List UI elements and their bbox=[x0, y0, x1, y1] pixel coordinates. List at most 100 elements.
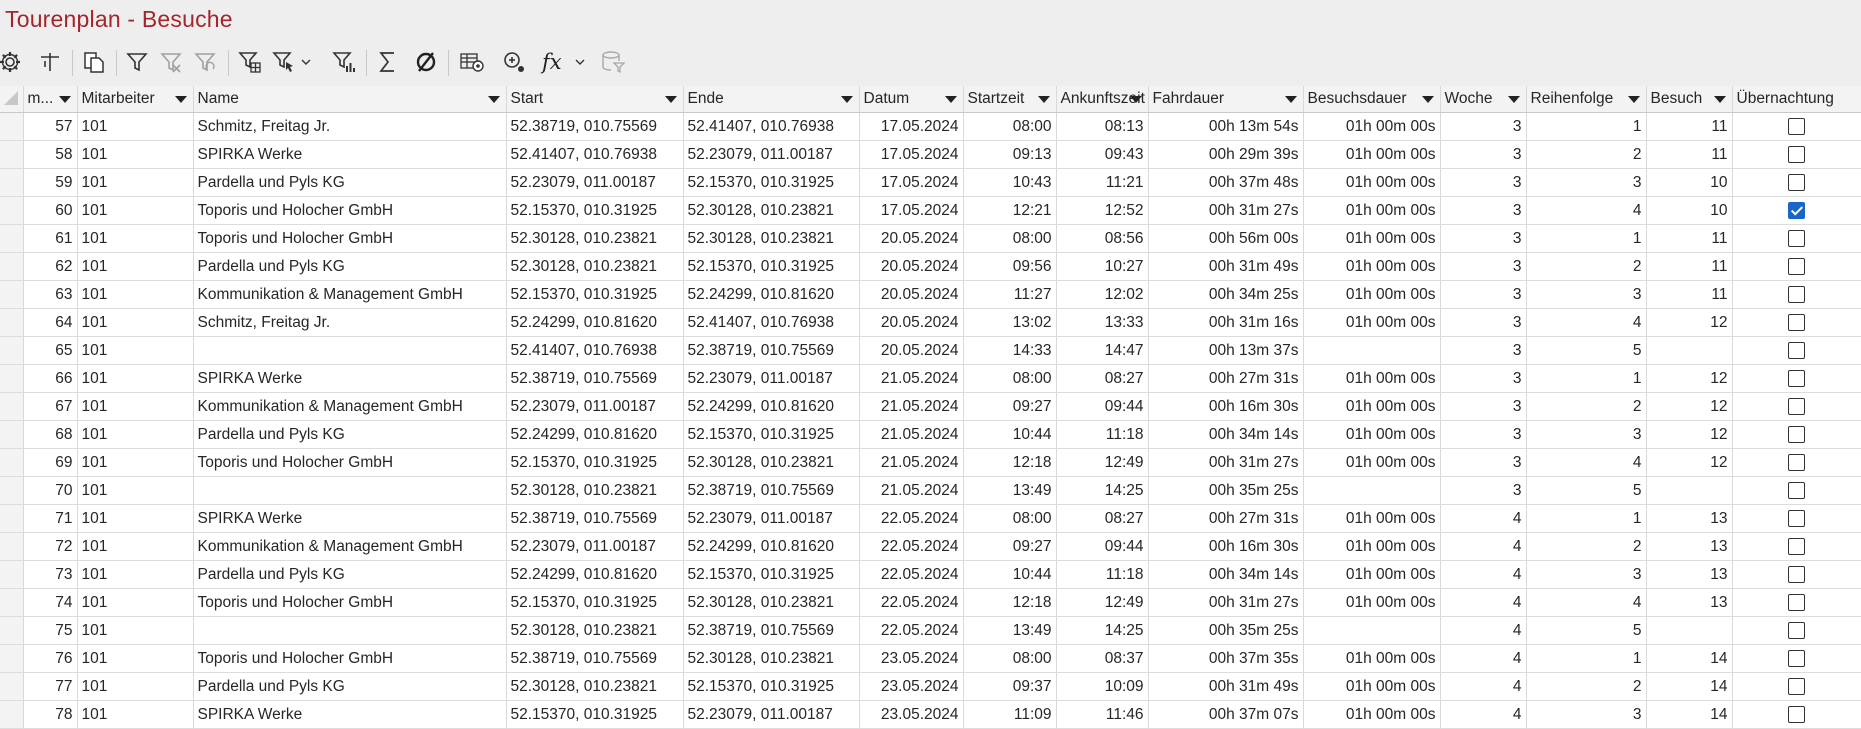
cell-startzeit[interactable]: 09:37 bbox=[963, 672, 1057, 701]
uebernachtung-checkbox[interactable] bbox=[1788, 341, 1805, 359]
table-row[interactable]: 62 101 Pardella und Pyls KG 52.30128, 010.2… bbox=[0, 252, 1861, 281]
cell-mitarbeiter[interactable]: 101 bbox=[77, 588, 194, 617]
cell-reihenfolge[interactable]: 2 bbox=[1526, 392, 1647, 421]
uebernachtung-checkbox[interactable] bbox=[1788, 649, 1805, 667]
cell-datum[interactable]: 20.05.2024 bbox=[859, 336, 964, 365]
cell-woche[interactable]: 3 bbox=[1440, 224, 1527, 253]
cell-fahrdauer[interactable]: 00h 31m 16s bbox=[1148, 308, 1304, 337]
filter-chart-icon[interactable] bbox=[328, 44, 360, 80]
table-row[interactable]: 68 101 Pardella und Pyls KG 52.24299, 010.8… bbox=[0, 420, 1861, 449]
cell-nr[interactable]: 74 bbox=[23, 588, 78, 617]
cell-besuchsdauer[interactable]: 01h 00m 00s bbox=[1303, 196, 1441, 225]
cell-nr[interactable]: 61 bbox=[23, 224, 78, 253]
row-selector[interactable] bbox=[0, 112, 24, 141]
cell-besuch[interactable]: 13 bbox=[1646, 560, 1733, 589]
cell-woche[interactable]: 3 bbox=[1440, 196, 1527, 225]
database-filter-icon[interactable] bbox=[597, 44, 629, 80]
cell-name[interactable]: Schmitz, Freitag Jr. bbox=[193, 112, 507, 141]
table-row[interactable]: 78 101 SPIRKA Werke 52.15370, 010.31925 52.2… bbox=[0, 700, 1861, 729]
cell-ende[interactable]: 52.41407, 010.76938 bbox=[683, 112, 860, 141]
cell-ankunftszeit[interactable]: 08:37 bbox=[1056, 644, 1149, 673]
cell-besuchsdauer[interactable]: 01h 00m 00s bbox=[1303, 420, 1441, 449]
cell-besuch[interactable]: 10 bbox=[1646, 196, 1733, 225]
cell-ankunftszeit[interactable]: 09:44 bbox=[1056, 392, 1149, 421]
cell-datum[interactable]: 20.05.2024 bbox=[859, 280, 964, 309]
table-row[interactable]: 67 101 Kommunikation & Management GmbH 52.2… bbox=[0, 392, 1861, 421]
cell-reihenfolge[interactable]: 1 bbox=[1526, 364, 1647, 393]
cell-start[interactable]: 52.30128, 010.23821 bbox=[506, 616, 684, 645]
table-row[interactable]: 59 101 Pardella und Pyls KG 52.23079, 011.0… bbox=[0, 168, 1861, 197]
cell-ankunftszeit[interactable]: 14:47 bbox=[1056, 336, 1149, 365]
cell-woche[interactable]: 3 bbox=[1440, 168, 1527, 197]
cell-besuchsdauer[interactable]: 01h 00m 00s bbox=[1303, 224, 1441, 253]
cell-besuchsdauer[interactable]: 01h 00m 00s bbox=[1303, 140, 1441, 169]
select-all-corner[interactable] bbox=[0, 86, 24, 113]
cell-besuchsdauer[interactable]: 01h 00m 00s bbox=[1303, 112, 1441, 141]
table-row[interactable]: 64 101 Schmitz, Freitag Jr. 52.24299, 010.8… bbox=[0, 308, 1861, 337]
cell-nr[interactable]: 66 bbox=[23, 364, 78, 393]
cell-mitarbeiter[interactable]: 101 bbox=[77, 308, 194, 337]
cell-ende[interactable]: 52.15370, 010.31925 bbox=[683, 420, 860, 449]
cell-woche[interactable]: 3 bbox=[1440, 476, 1527, 505]
cell-nr[interactable]: 70 bbox=[23, 476, 78, 505]
cell-reihenfolge[interactable]: 5 bbox=[1526, 476, 1647, 505]
table-row[interactable]: 57 101 Schmitz, Freitag Jr. 52.38719, 010.7… bbox=[0, 112, 1861, 141]
cell-ankunftszeit[interactable]: 12:02 bbox=[1056, 280, 1149, 309]
cell-nr[interactable]: 57 bbox=[23, 112, 78, 141]
cell-besuch[interactable]: 14 bbox=[1646, 672, 1733, 701]
formula-icon[interactable]: fx bbox=[538, 44, 570, 80]
cell-nr[interactable]: 67 bbox=[23, 392, 78, 421]
cell-reihenfolge[interactable]: 4 bbox=[1526, 448, 1647, 477]
table-row[interactable]: 60 101 Toporis und Holocher GmbH 52.15370, … bbox=[0, 196, 1861, 225]
cell-ende[interactable]: 52.24299, 010.81620 bbox=[683, 532, 860, 561]
cell-name[interactable]: Kommunikation & Management GmbH bbox=[193, 280, 507, 309]
cell-ankunftszeit[interactable]: 14:25 bbox=[1056, 616, 1149, 645]
cell-besuchsdauer[interactable]: 01h 00m 00s bbox=[1303, 448, 1441, 477]
cell-startzeit[interactable]: 09:27 bbox=[963, 392, 1057, 421]
cell-datum[interactable]: 21.05.2024 bbox=[859, 476, 964, 505]
cell-besuch[interactable] bbox=[1646, 616, 1733, 645]
sort-dropdown-icon[interactable] bbox=[1421, 96, 1434, 103]
cell-startzeit[interactable]: 12:18 bbox=[963, 588, 1057, 617]
cell-start[interactable]: 52.15370, 010.31925 bbox=[506, 280, 684, 309]
row-selector[interactable] bbox=[0, 476, 24, 505]
cell-startzeit[interactable]: 08:00 bbox=[963, 504, 1057, 533]
cell-datum[interactable]: 22.05.2024 bbox=[859, 616, 964, 645]
cell-datum[interactable]: 22.05.2024 bbox=[859, 560, 964, 589]
cell-fahrdauer[interactable]: 00h 13m 37s bbox=[1148, 336, 1304, 365]
cell-reihenfolge[interactable]: 4 bbox=[1526, 196, 1647, 225]
cell-mitarbeiter[interactable]: 101 bbox=[77, 700, 194, 729]
sort-dropdown-icon[interactable] bbox=[840, 96, 853, 103]
cell-fahrdauer[interactable]: 00h 27m 31s bbox=[1148, 364, 1304, 393]
cell-besuch[interactable] bbox=[1646, 336, 1733, 365]
uebernachtung-checkbox[interactable] bbox=[1788, 705, 1805, 723]
row-selector[interactable] bbox=[0, 364, 24, 393]
column-header-startzeit[interactable]: Startzeit bbox=[963, 86, 1057, 113]
cell-name[interactable]: SPIRKA Werke bbox=[193, 140, 507, 169]
cell-fahrdauer[interactable]: 00h 31m 27s bbox=[1148, 588, 1304, 617]
column-header-start[interactable]: Start bbox=[506, 86, 684, 113]
cell-ende[interactable]: 52.15370, 010.31925 bbox=[683, 252, 860, 281]
cell-woche[interactable]: 3 bbox=[1440, 252, 1527, 281]
cell-mitarbeiter[interactable]: 101 bbox=[77, 448, 194, 477]
cell-besuchsdauer[interactable] bbox=[1303, 476, 1441, 505]
cell-mitarbeiter[interactable]: 101 bbox=[77, 560, 194, 589]
cell-fahrdauer[interactable]: 00h 27m 31s bbox=[1148, 504, 1304, 533]
cell-besuchsdauer[interactable] bbox=[1303, 336, 1441, 365]
cell-fahrdauer[interactable]: 00h 34m 14s bbox=[1148, 560, 1304, 589]
cell-woche[interactable]: 4 bbox=[1440, 700, 1527, 729]
cell-woche[interactable]: 4 bbox=[1440, 672, 1527, 701]
sort-dropdown-icon[interactable] bbox=[174, 96, 187, 103]
cell-besuch[interactable]: 14 bbox=[1646, 644, 1733, 673]
uebernachtung-checkbox[interactable] bbox=[1788, 565, 1805, 583]
cell-startzeit[interactable]: 08:00 bbox=[963, 644, 1057, 673]
cell-besuchsdauer[interactable]: 01h 00m 00s bbox=[1303, 364, 1441, 393]
filter-dropdown-icon[interactable] bbox=[296, 44, 316, 80]
table-row[interactable]: 73 101 Pardella und Pyls KG 52.24299, 010.8… bbox=[0, 560, 1861, 589]
clear-filter-icon[interactable] bbox=[155, 44, 187, 80]
cell-besuch[interactable]: 13 bbox=[1646, 504, 1733, 533]
cell-besuch[interactable]: 12 bbox=[1646, 448, 1733, 477]
cell-woche[interactable]: 4 bbox=[1440, 644, 1527, 673]
cell-fahrdauer[interactable]: 00h 13m 54s bbox=[1148, 112, 1304, 141]
cell-nr[interactable]: 58 bbox=[23, 140, 78, 169]
